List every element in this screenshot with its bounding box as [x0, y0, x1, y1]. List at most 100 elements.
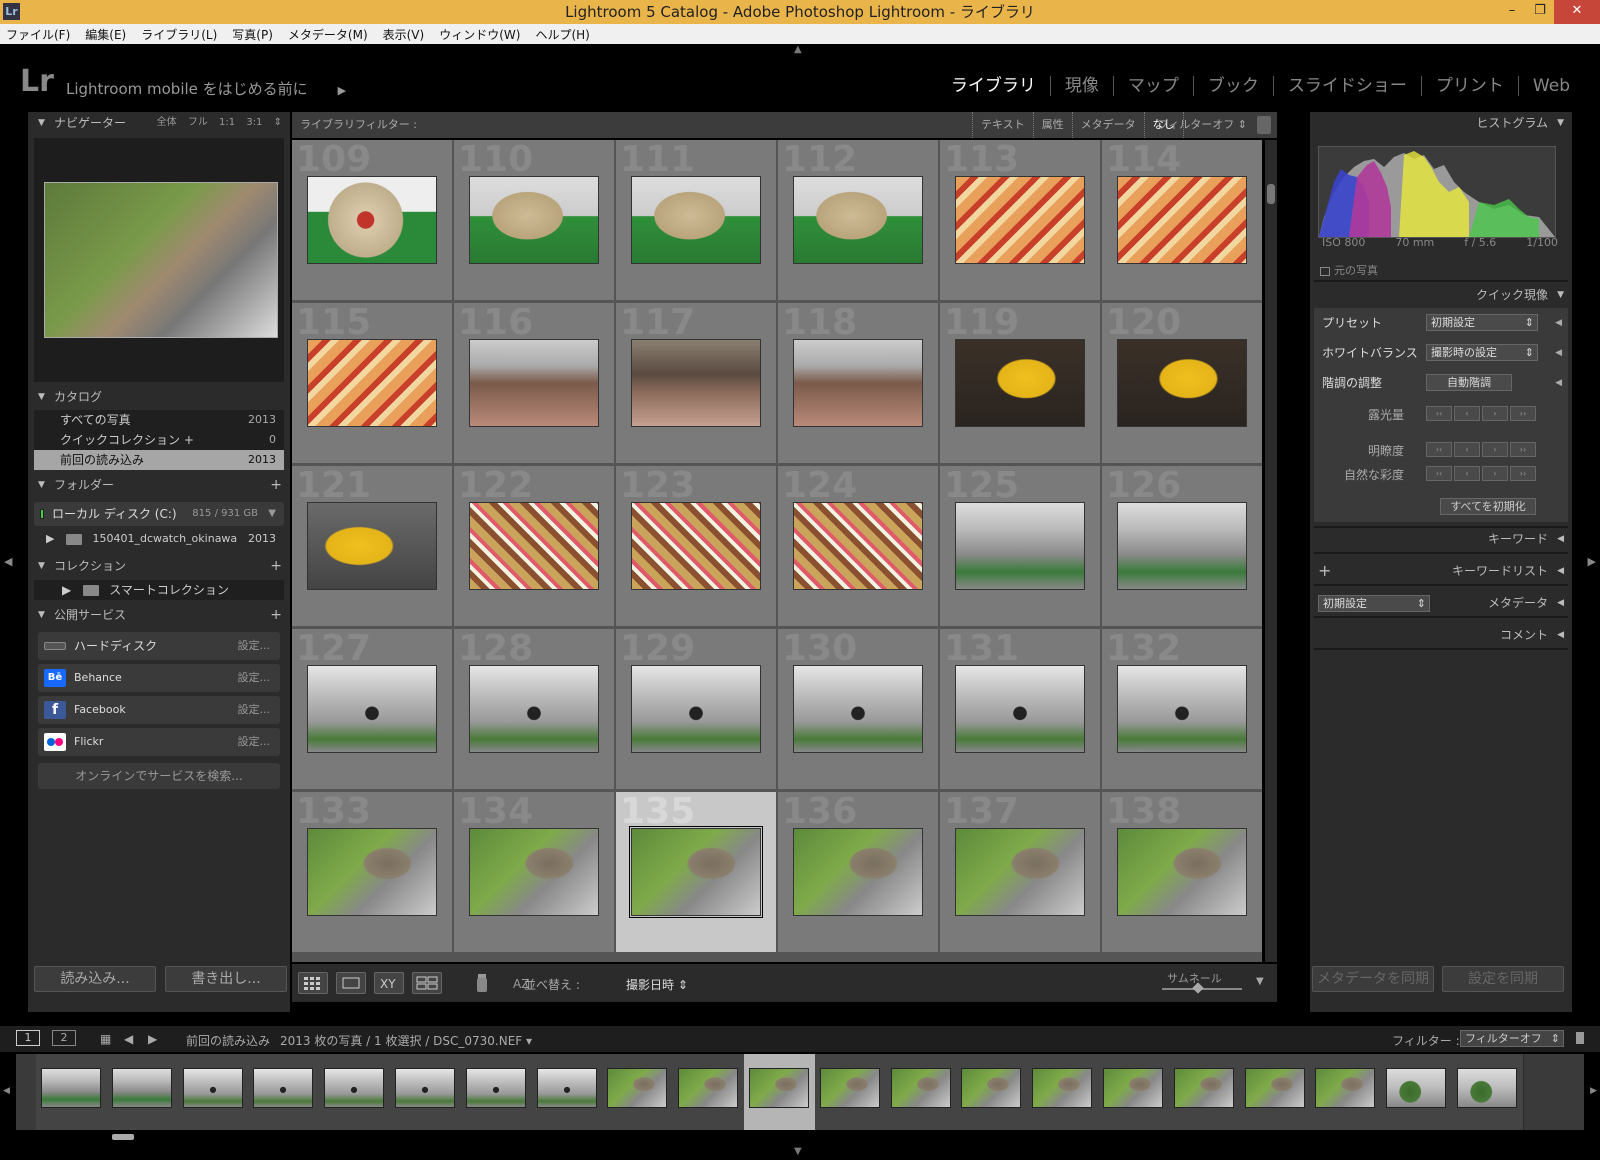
thumbnail-size-slider[interactable]	[1162, 982, 1242, 994]
filmstrip-thumbnail[interactable]	[465, 1068, 526, 1108]
photo-thumbnail[interactable]	[307, 502, 437, 590]
publish-facebook[interactable]: f Facebook 設定...	[38, 696, 280, 724]
publish-header[interactable]: ▼ 公開サービス +	[28, 604, 290, 626]
grid-cell[interactable]: 130	[778, 629, 939, 790]
sync-settings-button[interactable]: 設定を同期	[1442, 966, 1564, 992]
grid-cell[interactable]: 129	[616, 629, 777, 790]
photo-thumbnail[interactable]	[1117, 828, 1247, 916]
keywording-header[interactable]: キーワード ◀	[1310, 528, 1572, 550]
module-print[interactable]: プリント	[1420, 76, 1518, 96]
photo-thumbnail[interactable]	[469, 339, 599, 427]
close-icon[interactable]: ✕	[1554, 0, 1600, 24]
module-develop[interactable]: 現像	[1049, 76, 1113, 96]
filmstrip-thumbnail[interactable]	[1103, 1068, 1163, 1108]
metadata-header[interactable]: 初期設定 ⇕ メタデータ ◀	[1310, 592, 1572, 614]
white-balance-select[interactable]: 撮影時の設定 ⇕	[1426, 344, 1538, 361]
collapse-icon[interactable]: ▼	[38, 555, 45, 577]
service-settings[interactable]: 設定...	[238, 696, 271, 724]
sync-metadata-button[interactable]: メタデータを同期	[1312, 966, 1434, 992]
filmstrip-thumbnail[interactable]	[607, 1068, 668, 1108]
photo-thumbnail[interactable]	[469, 665, 599, 753]
bottom-panel-arrow-icon[interactable]: ▼	[794, 1146, 802, 1157]
photo-thumbnail[interactable]	[1117, 339, 1247, 427]
zoom-1-1[interactable]: 1:1	[219, 117, 235, 128]
service-settings[interactable]: 設定...	[238, 664, 271, 692]
zoom-3-1[interactable]: 3:1	[246, 117, 262, 128]
filmstrip-cell[interactable]	[673, 1054, 746, 1130]
filmstrip-thumbnail[interactable]	[678, 1068, 739, 1108]
decrease-icon[interactable]: ‹	[1454, 406, 1480, 421]
grid-cell[interactable]: 133	[292, 792, 453, 953]
publish-flickr[interactable]: Flickr 設定...	[38, 728, 280, 756]
original-photo-toggle[interactable]: 元の写真	[1320, 262, 1378, 278]
large-increase-icon[interactable]: ››	[1510, 406, 1536, 421]
filmstrip-thumbnail[interactable]	[1173, 1068, 1234, 1108]
module-slideshow[interactable]: スライドショー	[1272, 76, 1421, 96]
toolbar-menu-icon[interactable]: ▼	[1256, 976, 1264, 987]
collapse-icon[interactable]: ▼	[38, 474, 45, 496]
decrease-icon[interactable]: ‹	[1454, 442, 1480, 457]
grid-cell[interactable]: 135	[616, 792, 777, 953]
photo-thumbnail[interactable]	[469, 828, 599, 916]
service-settings[interactable]: 設定...	[238, 728, 271, 756]
filmstrip-cell[interactable]	[602, 1054, 675, 1130]
large-decrease-icon[interactable]: ‹‹	[1426, 442, 1452, 457]
filter-lock-icon[interactable]	[1576, 1032, 1584, 1044]
filter-metadata[interactable]: メタデータ	[1071, 112, 1144, 138]
filmstrip-cell[interactable]	[319, 1054, 392, 1130]
grid-cell[interactable]: 126	[1102, 466, 1262, 627]
filmstrip-thumbnail[interactable]	[1032, 1068, 1093, 1108]
filmstrip-thumbnail[interactable]	[536, 1068, 597, 1108]
grid-cell[interactable]: 134	[454, 792, 615, 953]
filmstrip-thumbnail[interactable]	[182, 1068, 243, 1108]
volume-local-disk[interactable]: ローカル ディスク (C:) 815 / 931 GB ▼	[34, 502, 284, 526]
increase-icon[interactable]: ›	[1482, 442, 1508, 457]
minimize-icon[interactable]: –	[1498, 0, 1526, 24]
photo-thumbnail[interactable]	[793, 502, 923, 590]
module-map[interactable]: マップ	[1112, 76, 1193, 96]
page-2-button[interactable]: 2	[52, 1030, 76, 1046]
photo-thumbnail[interactable]	[307, 339, 437, 427]
lightroom-mobile-link[interactable]: Lightroom mobile をはじめる前に ▶	[66, 78, 346, 99]
menu-view[interactable]: 表示(V)	[383, 26, 425, 43]
add-keyword-icon[interactable]: +	[1318, 560, 1331, 582]
catalog-previous-import[interactable]: 前回の読み込み 2013	[34, 450, 284, 470]
collapse-icon[interactable]: ▼	[1557, 284, 1564, 306]
filmstrip-right-icon[interactable]: ▶	[1590, 1086, 1597, 1096]
grid-cell[interactable]: 110	[454, 140, 615, 301]
expand-icon[interactable]: ◀	[1557, 624, 1564, 646]
back-arrow-icon[interactable]: ◀	[124, 1032, 133, 1046]
filmstrip-cell[interactable]	[36, 1054, 108, 1130]
large-decrease-icon[interactable]: ‹‹	[1426, 406, 1452, 421]
folders-header[interactable]: ▼ フォルダー +	[28, 474, 290, 496]
photo-thumbnail[interactable]	[955, 502, 1085, 590]
collapse-icon[interactable]: ▼	[38, 112, 45, 134]
large-decrease-icon[interactable]: ‹‹	[1426, 466, 1452, 481]
grid-cell[interactable]: 131	[940, 629, 1101, 790]
grid-cell[interactable]: 124	[778, 466, 939, 627]
filter-preset-select[interactable]: フィルターオフ ⇕	[1158, 112, 1248, 138]
photo-thumbnail[interactable]	[469, 502, 599, 590]
photo-thumbnail[interactable]	[307, 828, 437, 916]
folder-item[interactable]: ▶ 150401_dcwatch_okinawa 2013	[34, 529, 284, 549]
large-increase-icon[interactable]: ››	[1510, 442, 1536, 457]
module-book[interactable]: ブック	[1192, 76, 1273, 96]
loupe-view-icon[interactable]	[336, 972, 366, 994]
menu-photo[interactable]: 写真(P)	[232, 26, 273, 43]
filmstrip-thumbnail[interactable]	[395, 1068, 455, 1108]
photo-thumbnail[interactable]	[307, 665, 437, 753]
expand-icon[interactable]: ◀	[1557, 592, 1564, 614]
add-collection-icon[interactable]: +	[270, 555, 282, 577]
quick-develop-header[interactable]: クイック現像 ▼	[1310, 284, 1572, 306]
filmstrip-thumbnail[interactable]	[961, 1068, 1022, 1108]
grid-cell[interactable]: 137	[940, 792, 1101, 953]
filmstrip-cell[interactable]	[1098, 1054, 1170, 1130]
grid-cell[interactable]: 111	[616, 140, 777, 301]
metadata-preset-select[interactable]: 初期設定 ⇕	[1318, 595, 1430, 612]
menu-metadata[interactable]: メタデータ(M)	[288, 26, 368, 43]
grid-cell[interactable]: 120	[1102, 303, 1262, 464]
collapse-icon[interactable]: ▼	[1557, 112, 1564, 134]
filmstrip-cell[interactable]	[1452, 1054, 1524, 1130]
reset-all-button[interactable]: すべてを初期化	[1440, 498, 1536, 515]
filmstrip-thumbnail[interactable]	[41, 1068, 101, 1108]
